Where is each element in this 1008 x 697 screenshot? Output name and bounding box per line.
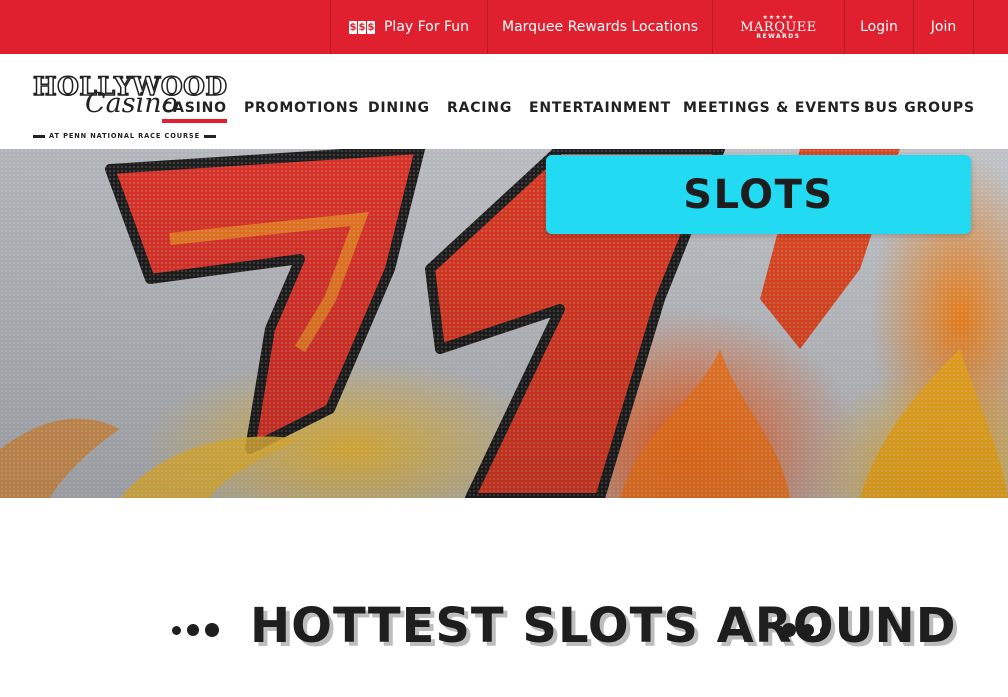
- nav-casino[interactable]: CASINO: [162, 100, 227, 123]
- section-heading: HOTTEST SLOTS AROUND: [250, 598, 957, 654]
- slot-reel-2: $: [357, 20, 366, 34]
- marquee-rewards-logo-link[interactable]: ★★★★★ MARQUEE REWARDS: [712, 0, 844, 54]
- nav-promotions[interactable]: PROMOTIONS: [244, 100, 359, 116]
- nav-dining[interactable]: DINING: [368, 100, 430, 116]
- nav-racing[interactable]: RACING: [447, 100, 512, 116]
- logo-tagline: AT PENN NATIONAL RACE COURSE: [33, 132, 246, 140]
- dot: [820, 625, 829, 635]
- play-for-fun-link[interactable]: $ $ $ Play For Fun: [330, 0, 487, 54]
- hero-title: SLOTS: [683, 171, 834, 218]
- heading-dots-right: [782, 623, 829, 637]
- play-for-fun-label: Play For Fun: [383, 19, 469, 35]
- slot-reel-3: $: [366, 20, 375, 34]
- slot-reel-1: $: [348, 20, 357, 34]
- marquee-name: MARQUEE: [740, 19, 817, 35]
- marquee-rewards-locations-label: Marquee Rewards Locations: [502, 19, 698, 35]
- dot: [802, 624, 814, 636]
- dot: [172, 625, 181, 635]
- login-link[interactable]: Login: [844, 0, 913, 54]
- heading-dots-left: [172, 623, 219, 637]
- dot: [187, 624, 199, 636]
- dot: [205, 623, 219, 637]
- marquee-rewards-logo: ★★★★★ MARQUEE REWARDS: [740, 14, 817, 40]
- join-label: Join: [930, 19, 957, 35]
- main-navbar: HOLLYWOOD Casino AT PENN NATIONAL RACE C…: [0, 54, 1008, 149]
- nav-entertainment[interactable]: ENTERTAINMENT: [529, 100, 671, 116]
- hottest-slots-section: HOTTEST SLOTS AROUND: [0, 598, 1008, 670]
- nav-meetings-events[interactable]: MEETINGS & EVENTS: [683, 100, 861, 116]
- slot-reels-icon: $ $ $: [348, 20, 375, 34]
- login-label: Login: [860, 19, 898, 35]
- marquee-rewards-locations-link[interactable]: Marquee Rewards Locations: [487, 0, 712, 54]
- top-utility-bar: $ $ $ Play For Fun Marquee Rewards Locat…: [0, 0, 1008, 54]
- tagline-left-rule: [33, 134, 45, 138]
- nav-bus-groups[interactable]: BUS GROUPS: [864, 100, 975, 116]
- hero-banner: SLOTS: [0, 149, 1008, 498]
- tagline-right-rule: [204, 134, 216, 138]
- hero-title-badge: SLOTS: [546, 155, 971, 234]
- join-link[interactable]: Join: [913, 0, 974, 54]
- marquee-sub: REWARDS: [756, 32, 801, 40]
- dot: [782, 623, 796, 637]
- tagline-text: AT PENN NATIONAL RACE COURSE: [49, 132, 200, 140]
